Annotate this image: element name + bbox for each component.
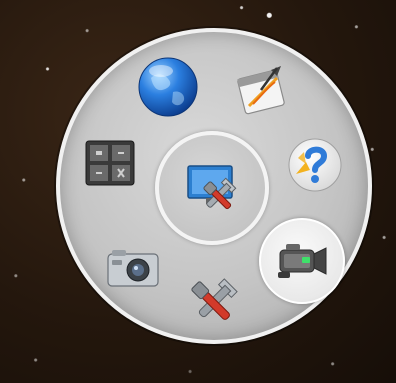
calculator-icon <box>85 140 135 186</box>
pen-and-paper-menu-item[interactable] <box>226 55 296 125</box>
system-preferences-menu-item[interactable] <box>178 152 248 222</box>
tools-menu-item[interactable] <box>178 268 248 338</box>
help-menu-item[interactable] <box>280 130 350 200</box>
tools-icon <box>191 278 238 320</box>
desktop-background <box>0 0 396 383</box>
globe-icon <box>138 57 198 117</box>
calculator-menu-item[interactable] <box>75 128 145 198</box>
help-icon <box>288 138 342 192</box>
photo-camera-icon <box>107 250 159 287</box>
photo-camera-menu-item[interactable] <box>98 232 168 302</box>
globe-menu-item[interactable] <box>133 52 203 122</box>
system-preferences-icon <box>187 165 237 210</box>
pen-and-paper-icon <box>237 66 285 115</box>
video-camera-menu-item[interactable] <box>259 218 345 304</box>
video-camera-icon <box>278 244 327 278</box>
